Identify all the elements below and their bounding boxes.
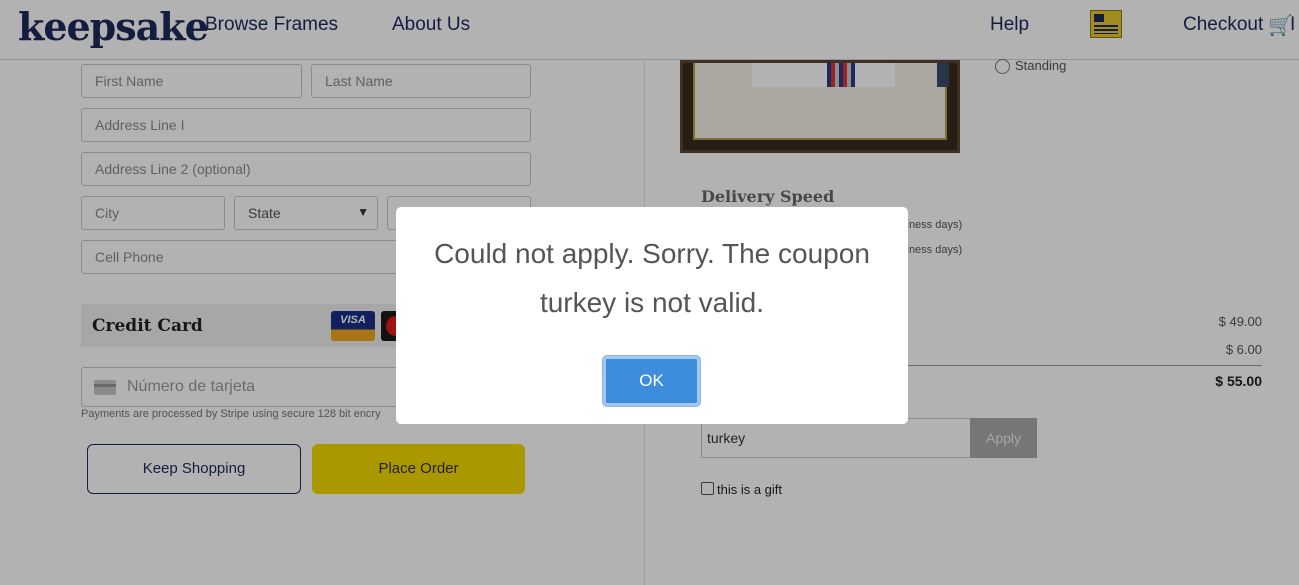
dialog-message: Could not apply. Sorry. The coupon turke…: [434, 238, 870, 318]
coupon-error-dialog: Could not apply. Sorry. The coupon turke…: [396, 207, 908, 424]
ok-button[interactable]: OK: [603, 356, 700, 406]
